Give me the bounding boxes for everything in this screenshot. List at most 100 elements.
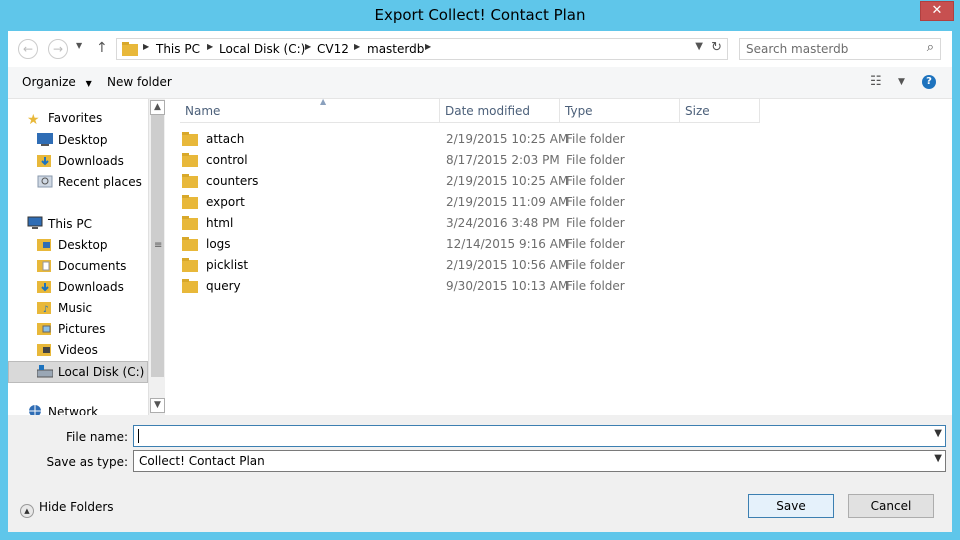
refresh-icon[interactable]: ↻ xyxy=(711,40,722,55)
column-name-label: Name xyxy=(185,104,221,118)
file-name: html xyxy=(206,216,234,230)
column-header-type[interactable]: Type xyxy=(560,99,680,123)
forward-button[interactable]: → xyxy=(48,39,68,59)
folder-icon xyxy=(182,258,198,272)
breadcrumb-separator-icon[interactable]: ▶ xyxy=(305,42,311,51)
search-icon[interactable]: ⌕ xyxy=(927,40,934,55)
file-row[interactable]: counters 2/19/2015 10:25 AM File folder xyxy=(180,171,780,192)
view-dropdown-icon[interactable]: ▼ xyxy=(898,77,905,87)
nav-network[interactable]: Network xyxy=(27,404,98,415)
svg-text:♪: ♪ xyxy=(43,305,49,314)
nav-pc-downloads[interactable]: Downloads xyxy=(37,279,124,299)
search-input[interactable] xyxy=(746,40,916,58)
address-bar[interactable]: ▶ This PC ▶ Local Disk (C:) ▶ CV12 ▶ mas… xyxy=(116,38,728,60)
scroll-thumb[interactable]: ≡ xyxy=(151,115,164,377)
file-name: picklist xyxy=(206,258,249,272)
nav-pc-pictures[interactable]: Pictures xyxy=(37,321,106,341)
downloads-icon xyxy=(37,155,51,167)
cancel-button[interactable]: Cancel xyxy=(848,494,934,518)
scroll-up-icon[interactable]: ▲ xyxy=(150,100,165,115)
column-header-date[interactable]: Date modified xyxy=(440,99,560,123)
folder-icon xyxy=(182,237,198,251)
breadcrumb-this-pc[interactable]: This PC xyxy=(156,42,200,56)
downloads-icon xyxy=(37,281,51,293)
navigation-pane: ★ Favorites Desktop Downloads Recent plac… xyxy=(8,99,148,415)
nav-favorites[interactable]: ★ Favorites xyxy=(27,111,102,131)
command-toolbar: Organize ▼ New folder ☷ ▼ ? xyxy=(8,67,952,99)
star-icon: ★ xyxy=(27,112,40,128)
file-type: File folder xyxy=(566,174,625,188)
desktop-icon xyxy=(37,133,53,146)
hard-drive-icon xyxy=(37,365,53,378)
file-name: query xyxy=(206,279,241,293)
address-history-dropdown-icon[interactable]: ▼ xyxy=(695,41,703,52)
nav-item-label: Desktop xyxy=(58,133,108,147)
text-cursor xyxy=(138,429,139,443)
file-name: logs xyxy=(206,237,231,251)
breadcrumb-separator-icon[interactable]: ▶ xyxy=(207,42,213,51)
chevron-down-icon[interactable]: ▼ xyxy=(934,428,942,439)
file-row[interactable]: logs 12/14/2015 9:16 AM File folder xyxy=(180,234,780,255)
nav-fav-recent-places[interactable]: Recent places xyxy=(37,174,142,194)
hide-folders-button[interactable]: ▲ Hide Folders xyxy=(20,500,114,518)
file-row[interactable]: export 2/19/2015 11:09 AM File folder xyxy=(180,192,780,213)
desktop-folder-icon xyxy=(37,239,51,251)
nav-item-label: Local Disk (C:) xyxy=(58,365,145,379)
nav-favorites-label: Favorites xyxy=(48,111,103,125)
nav-fav-downloads[interactable]: Downloads xyxy=(37,153,124,173)
breadcrumb-masterdb[interactable]: masterdb xyxy=(367,42,424,56)
file-row[interactable]: control 8/17/2015 2:03 PM File folder xyxy=(180,150,780,171)
save-type-select[interactable]: Collect! Contact Plan ▼ xyxy=(133,450,946,472)
organize-button[interactable]: Organize ▼ xyxy=(22,75,92,89)
file-type: File folder xyxy=(566,279,625,293)
file-row[interactable]: attach 2/19/2015 10:25 AM File folder xyxy=(180,129,780,150)
breadcrumb-separator-icon[interactable]: ▶ xyxy=(354,42,360,51)
save-button[interactable]: Save xyxy=(748,494,834,518)
file-row[interactable]: html 3/24/2016 3:48 PM File folder xyxy=(180,213,780,234)
file-date: 12/14/2015 9:16 AM xyxy=(446,237,569,251)
view-options-icon[interactable]: ☷ xyxy=(870,74,882,89)
file-date: 2/19/2015 10:56 AM xyxy=(446,258,569,272)
file-name-input[interactable]: ▼ xyxy=(133,425,946,447)
breadcrumb-cv12[interactable]: CV12 xyxy=(317,42,349,56)
folder-icon xyxy=(182,279,198,293)
column-header-size[interactable]: Size xyxy=(680,99,760,123)
file-list: Name ▲ Date modified Type Size attach 2/1… xyxy=(165,97,952,415)
breadcrumb-separator-icon[interactable]: ▶ xyxy=(425,42,431,51)
sort-ascending-icon: ▲ xyxy=(320,97,327,106)
nav-this-pc[interactable]: This PC xyxy=(27,216,92,236)
file-name: control xyxy=(206,153,248,167)
breadcrumb-local-disk[interactable]: Local Disk (C:) xyxy=(219,42,305,56)
folder-icon xyxy=(182,132,198,146)
nav-pc-local-disk[interactable]: Local Disk (C:) xyxy=(8,361,148,383)
nav-pc-documents[interactable]: Documents xyxy=(37,258,126,278)
search-box[interactable]: ⌕ xyxy=(739,38,941,60)
recent-locations-icon[interactable]: ▼ xyxy=(76,41,82,50)
save-dialog: ← → ▼ ↑ ▶ This PC ▶ Local Disk (C:) ▶ CV… xyxy=(8,31,952,532)
hide-folders-label: Hide Folders xyxy=(39,500,114,514)
file-row[interactable]: query 9/30/2015 10:13 AM File folder xyxy=(180,276,780,297)
file-row[interactable]: picklist 2/19/2015 10:56 AM File folder xyxy=(180,255,780,276)
nav-pc-music[interactable]: ♪ Music xyxy=(37,300,92,320)
scroll-down-icon[interactable]: ▼ xyxy=(150,398,165,413)
chevron-down-icon[interactable]: ▼ xyxy=(934,453,942,464)
collapse-up-icon: ▲ xyxy=(20,504,34,518)
nav-fav-desktop[interactable]: Desktop xyxy=(37,132,108,152)
back-button[interactable]: ← xyxy=(18,39,38,59)
nav-pc-videos[interactable]: Videos xyxy=(37,342,98,362)
nav-scrollbar[interactable]: ▲ ≡ ▼ xyxy=(148,99,165,415)
nav-item-label: Downloads xyxy=(58,280,124,294)
file-date: 2/19/2015 10:25 AM xyxy=(446,174,569,188)
close-button[interactable]: ✕ xyxy=(920,1,954,21)
nav-pc-desktop[interactable]: Desktop xyxy=(37,237,108,257)
column-header-name[interactable]: Name ▲ xyxy=(180,97,440,123)
breadcrumb-separator-icon[interactable]: ▶ xyxy=(143,42,149,51)
window-title: Export Collect! Contact Plan xyxy=(374,6,586,24)
help-icon[interactable]: ? xyxy=(922,75,936,89)
up-button[interactable]: ↑ xyxy=(96,40,108,56)
new-folder-button[interactable]: New folder xyxy=(107,75,172,89)
documents-icon xyxy=(37,260,51,272)
file-date: 8/17/2015 2:03 PM xyxy=(446,153,560,167)
music-icon: ♪ xyxy=(37,302,51,314)
nav-item-label: Desktop xyxy=(58,238,108,252)
